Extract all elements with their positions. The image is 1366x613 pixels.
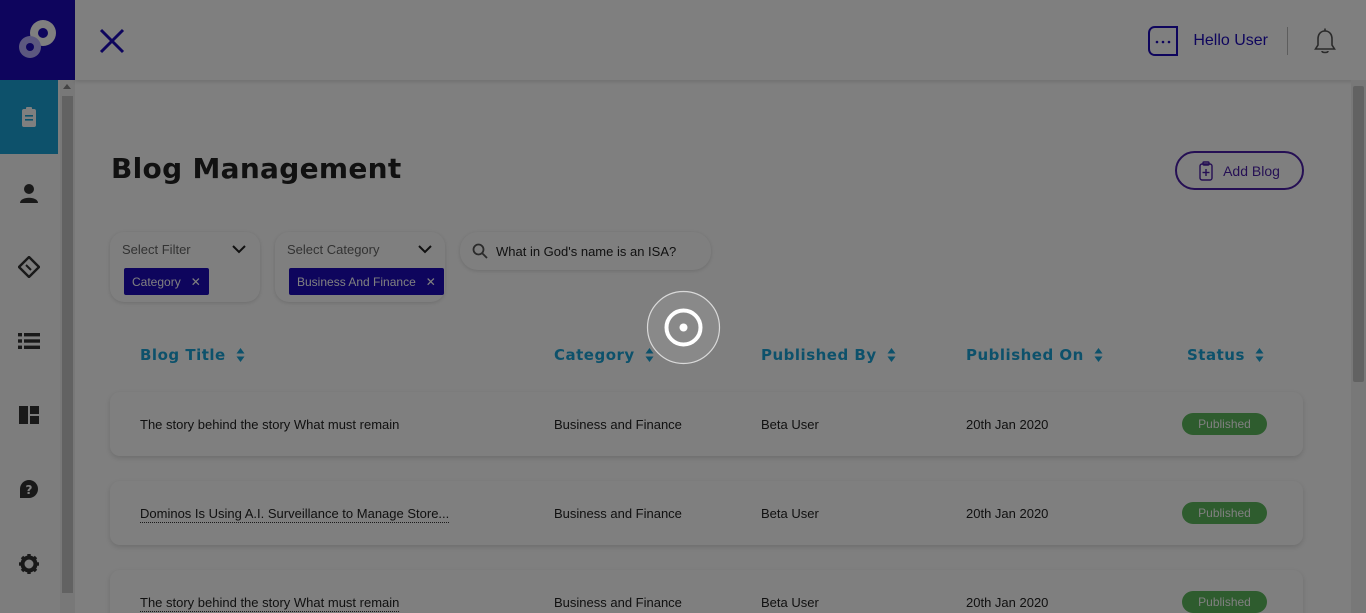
loading-spinner-icon — [646, 290, 721, 365]
